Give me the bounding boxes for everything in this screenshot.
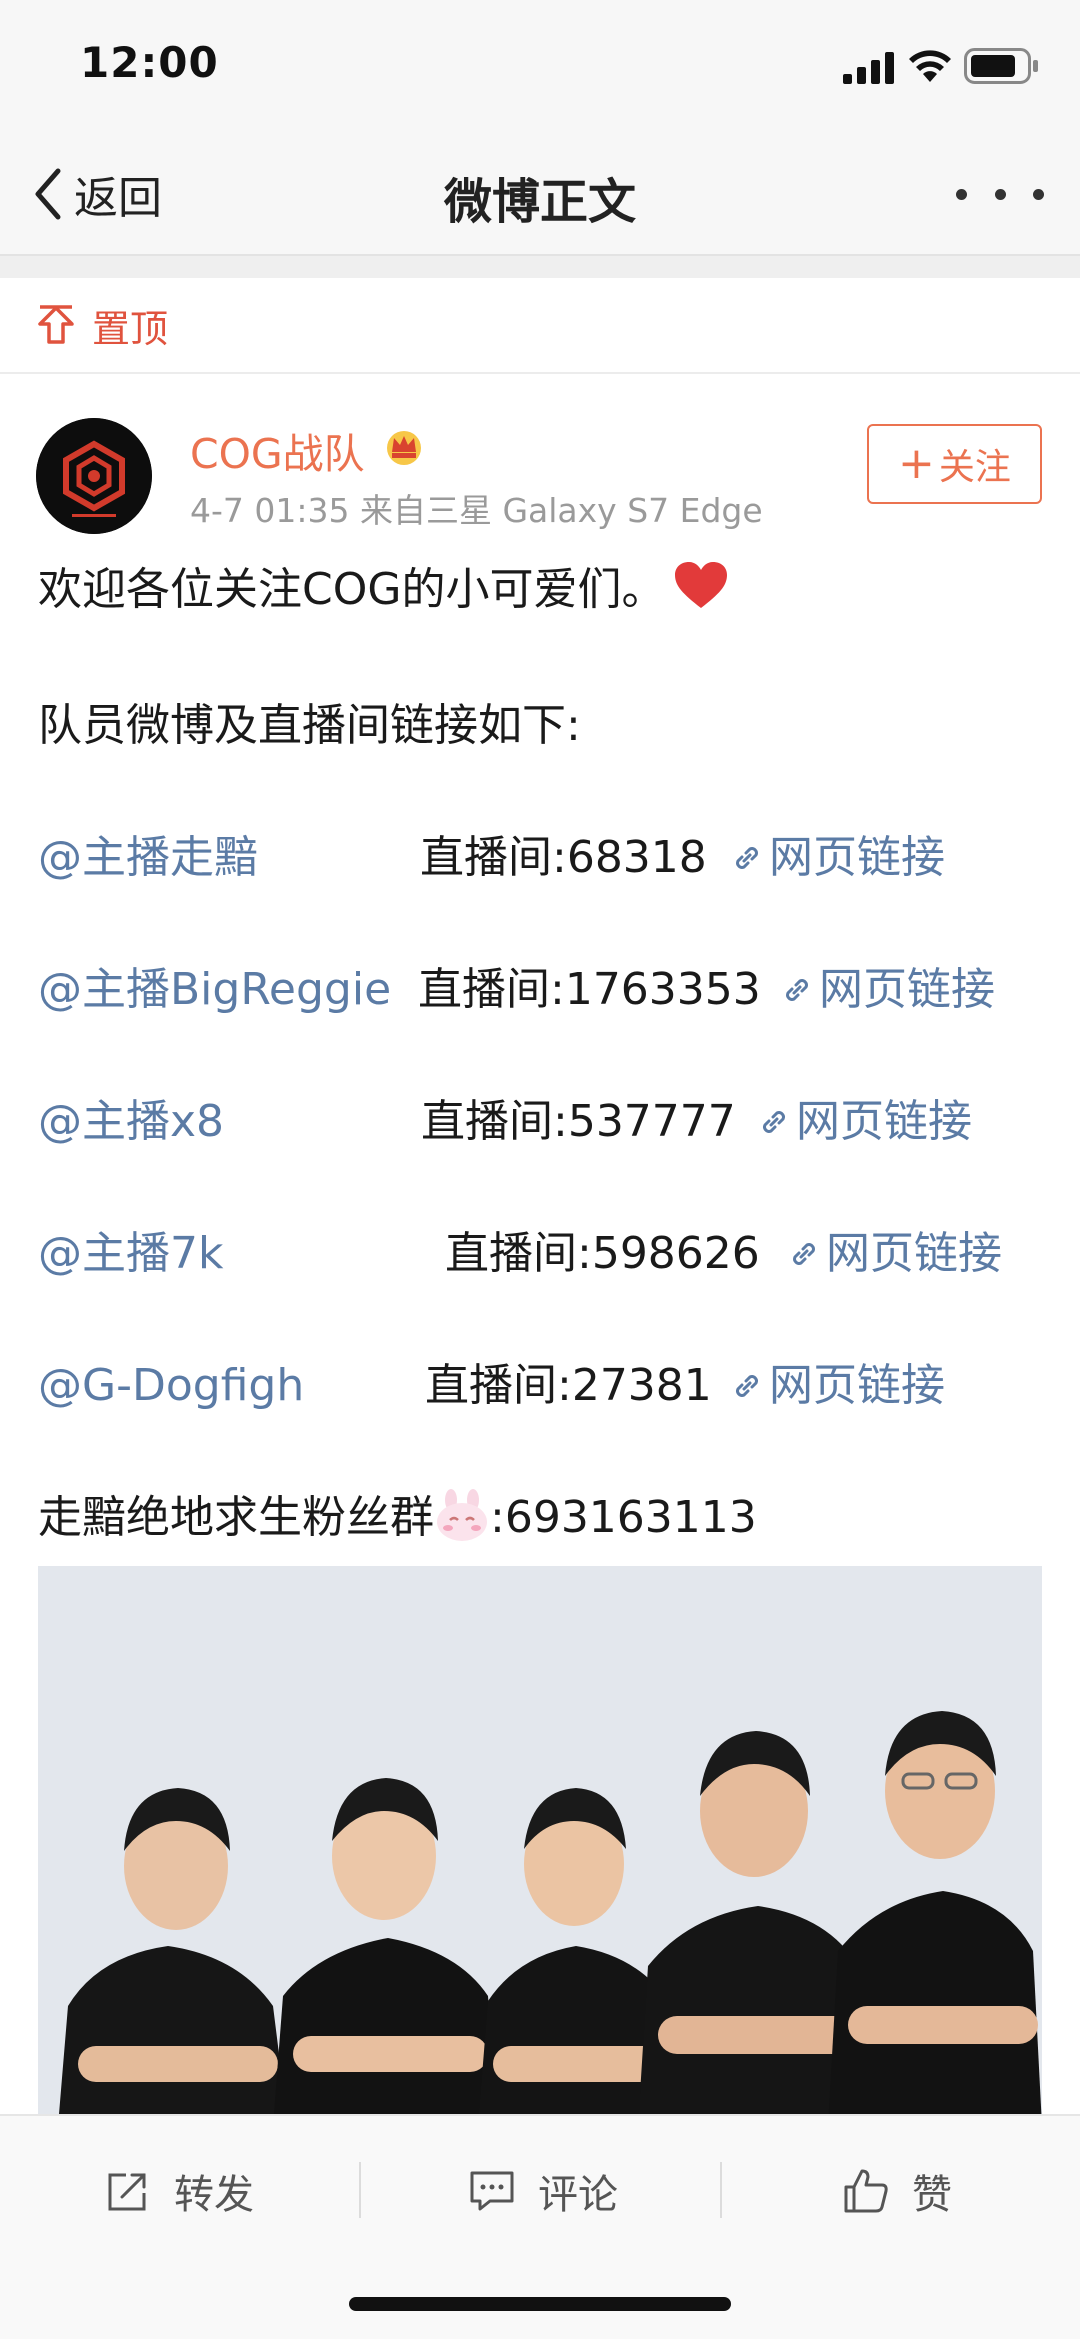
bunny-emoji-icon [437, 1489, 487, 1541]
heart-icon [675, 562, 728, 608]
team-photo[interactable] [38, 1566, 1042, 2126]
web-link-label: 网页链接 [769, 1360, 945, 1411]
web-link-label: 网页链接 [796, 1096, 972, 1147]
like-label: 赞 [912, 2172, 952, 2218]
pinned-row: 置顶 [0, 278, 1080, 374]
links-heading: 队员微博及直播间链接如下: [38, 700, 581, 751]
more-icon[interactable] [956, 172, 1044, 216]
stream-room-text: 直播间:27381 [425, 1360, 712, 1411]
nav-bar: 返回 微博正文 [0, 132, 1080, 256]
pinned-label: 置顶 [92, 306, 169, 351]
back-label: 返回 [74, 173, 162, 224]
repost-button[interactable]: 转发 [104, 2156, 254, 2226]
toolbar-divider [359, 2162, 361, 2218]
plus-icon: + [898, 438, 935, 489]
like-icon [844, 2169, 888, 2213]
page-title: 微博正文 [443, 174, 636, 230]
stream-room-text: 直播间:68318 [420, 832, 707, 883]
section-divider [0, 256, 1080, 278]
link-icon [736, 847, 758, 869]
web-link-label: 网页链接 [769, 832, 945, 883]
comment-button[interactable]: 评论 [468, 2156, 618, 2226]
vip-crown-icon [387, 431, 421, 465]
fan-group-number: :693163113 [490, 1492, 757, 1543]
post-intro-line: 欢迎各位关注COG的小可爱们。 [38, 560, 729, 620]
status-bar: 12:00 [0, 0, 1080, 132]
mention-link[interactable]: @G-Dogfigh [38, 1356, 304, 1416]
weibo-post-page: 12:00 返回 微博正文 置顶 COG战队 4-7 01:35 来自三星 Ga… [0, 0, 1080, 2339]
web-link[interactable]: 网页链接 [729, 1356, 945, 1416]
stream-room-text: 直播间:1763353 [418, 964, 761, 1015]
mention-link[interactable]: @主播x8 [38, 1092, 224, 1152]
follow-button[interactable]: + 关注 [867, 424, 1042, 504]
team-photo-illustration [38, 1566, 1042, 2126]
post-intro-text: 欢迎各位关注COG的小可爱们。 [38, 564, 666, 615]
fan-group-text: 走黯绝地求生粉丝群 [38, 1492, 434, 1543]
fan-group-line: 走黯绝地求生粉丝群 :693163113 [38, 1488, 757, 1548]
link-icon [793, 1243, 815, 1265]
wifi-icon [909, 50, 951, 82]
mention-link[interactable]: @主播走黯 [38, 828, 258, 888]
battery-icon [964, 48, 1038, 84]
mention-link[interactable]: @主播7k [38, 1224, 223, 1284]
like-button[interactable]: 赞 [842, 2156, 952, 2226]
repost-label: 转发 [174, 2172, 254, 2218]
link-icon [736, 1375, 758, 1397]
comment-icon [470, 2171, 514, 2211]
post-meta: 4-7 01:35 来自三星 Galaxy S7 Edge [190, 491, 763, 530]
stream-room-text: 直播间:537777 [421, 1096, 736, 1147]
web-link[interactable]: 网页链接 [729, 828, 945, 888]
web-link-label: 网页链接 [819, 964, 995, 1015]
cellular-signal-icon [843, 52, 894, 84]
stream-room-text: 直播间:598626 [445, 1228, 760, 1279]
link-icon [763, 1111, 785, 1133]
home-indicator[interactable] [349, 2297, 731, 2311]
back-button[interactable]: 返回 [28, 158, 162, 230]
web-link[interactable]: 网页链接 [779, 960, 995, 1020]
status-time: 12:00 [80, 38, 219, 87]
avatar[interactable] [36, 418, 152, 534]
link-icon [786, 979, 808, 1001]
follow-label: 关注 [938, 447, 1011, 488]
chevron-left-icon [35, 168, 61, 220]
cog-logo-icon [36, 418, 152, 534]
repost-icon [108, 2173, 146, 2211]
mention-link[interactable]: @主播BigReggie [38, 960, 391, 1020]
toolbar-divider [720, 2162, 722, 2218]
web-link[interactable]: 网页链接 [756, 1092, 972, 1152]
pin-top-icon [38, 305, 74, 344]
comment-label: 评论 [538, 2172, 618, 2218]
web-link[interactable]: 网页链接 [786, 1224, 1002, 1284]
web-link-label: 网页链接 [826, 1228, 1002, 1279]
user-name-link[interactable]: COG战队 [190, 420, 365, 480]
